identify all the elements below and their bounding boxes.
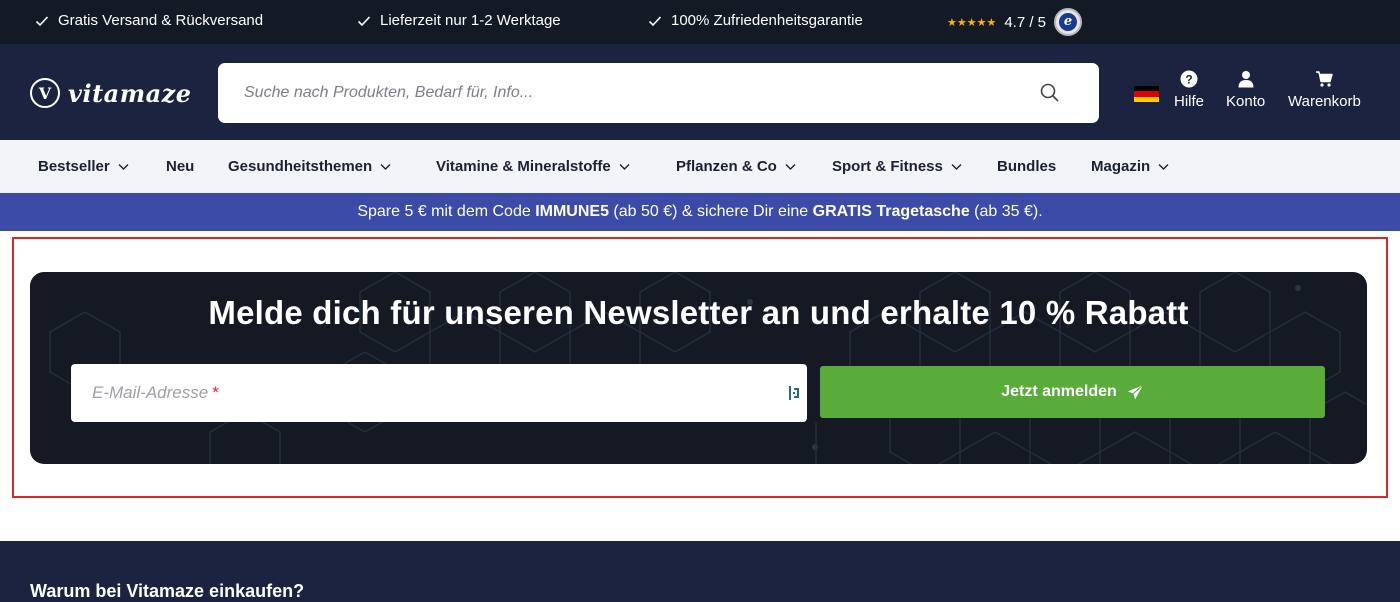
usp-item: Gratis Versand & Rückversand (35, 12, 263, 29)
user-icon (1238, 71, 1254, 88)
usp-label: 100% Zufriedenheitsgarantie (671, 12, 863, 29)
site-header: V vitamaze ? Hilfe Konto Warenkorb (0, 44, 1400, 140)
usp-bar: Gratis Versand & Rückversand Lieferzeit … (0, 0, 1400, 44)
search-icon[interactable] (1038, 81, 1062, 105)
account-button[interactable]: Konto (1226, 70, 1265, 110)
account-label: Konto (1226, 93, 1266, 110)
chevron-down-icon (785, 164, 796, 170)
nav-item-label: Sport & Fitness (832, 158, 943, 175)
check-icon (35, 15, 49, 26)
search-bar (218, 63, 1099, 123)
chevron-down-icon (951, 164, 962, 170)
germany-flag-icon[interactable] (1134, 86, 1159, 102)
chevron-down-icon (619, 164, 630, 170)
chevron-down-icon (1158, 164, 1169, 170)
vitamaze-logo[interactable]: V vitamaze (30, 78, 192, 108)
chevron-down-icon (118, 164, 129, 170)
logo-text: vitamaze (68, 78, 192, 108)
chevron-down-icon (380, 164, 391, 170)
send-icon (1127, 384, 1144, 399)
usp-label: Gratis Versand & Rückversand (58, 12, 264, 29)
promo-text: (ab 35 €). (969, 203, 1043, 220)
check-icon (357, 15, 371, 26)
help-label: Hilfe (1174, 93, 1205, 110)
nav-item-label: Pflanzen & Co (676, 158, 777, 175)
nav-item-sport[interactable]: Sport & Fitness (832, 140, 962, 193)
cart-label: Warenkorb (1288, 93, 1361, 110)
logo-mark-icon: V (30, 78, 60, 108)
nav-item-label: Magazin (1091, 158, 1151, 175)
main-navigation: Bestseller Neu Gesundheitsthemen Vitamin… (0, 140, 1400, 193)
nav-item-label: Neu (166, 158, 195, 175)
nav-item-magazin[interactable]: Magazin (1091, 140, 1169, 193)
nav-item-label: Bestseller (38, 158, 110, 175)
nav-item-gesundheitsthemen[interactable]: Gesundheitsthemen (228, 140, 391, 193)
rating-stars: ★★★★★ (947, 16, 997, 29)
check-icon (648, 15, 662, 26)
why-section-title: Warum bei Vitamaze einkaufen? (30, 581, 305, 601)
newsletter-title: Melde dich für unseren Newsletter an und… (208, 294, 1189, 331)
search-input[interactable] (218, 63, 1018, 123)
promo-text: Spare 5 € mit dem Code (357, 203, 536, 220)
promo-text: (ab 50 €) & sichere Dir eine (608, 203, 813, 220)
cart-button[interactable]: Warenkorb (1288, 70, 1361, 110)
nav-item-pflanzen[interactable]: Pflanzen & Co (676, 140, 796, 193)
svg-text:?: ? (1185, 73, 1192, 87)
nav-item-label: Vitamine & Mineralstoffe (436, 158, 611, 175)
trusted-shops-badge-icon[interactable]: e (1054, 8, 1083, 36)
why-section: Warum bei Vitamaze einkaufen? (0, 541, 1400, 602)
help-icon: ? (1180, 70, 1198, 88)
promo-gift: GRATIS Tragetasche (812, 203, 970, 220)
usp-label: Lieferzeit nur 1-2 Werktage (380, 12, 561, 29)
promo-banner: Spare 5 € mit dem Code IMMUNE5 (ab 50 €)… (0, 193, 1400, 231)
email-field: E-Mail-Adresse * (71, 364, 807, 422)
usp-item: 100% Zufriedenheitsgarantie (648, 12, 863, 29)
trusted-shops-letter: e (1059, 13, 1078, 31)
password-manager-icon[interactable] (789, 385, 801, 401)
rating-score: 4.7 / 5 (1004, 13, 1047, 31)
newsletter-section: Melde dich für unseren Newsletter an und… (30, 272, 1367, 464)
nav-item-vitamine[interactable]: Vitamine & Mineralstoffe (436, 140, 630, 193)
trusted-shops-rating[interactable]: ★★★★★ 4.7 / 5 e (947, 8, 1083, 36)
nav-item-bundles[interactable]: Bundles (997, 140, 1056, 193)
help-button[interactable]: ? Hilfe (1174, 70, 1204, 110)
nav-item-bestseller[interactable]: Bestseller (38, 140, 129, 193)
nav-item-label: Gesundheitsthemen (228, 158, 373, 175)
usp-item: Lieferzeit nur 1-2 Werktage (357, 12, 561, 29)
email-input[interactable] (71, 364, 771, 422)
newsletter-submit-button[interactable]: Jetzt anmelden (820, 366, 1325, 418)
cart-icon (1316, 71, 1334, 87)
nav-item-label: Bundles (997, 158, 1057, 175)
submit-label: Jetzt anmelden (1001, 383, 1117, 400)
promo-code: IMMUNE5 (535, 203, 609, 220)
nav-item-neu[interactable]: Neu (166, 140, 194, 193)
